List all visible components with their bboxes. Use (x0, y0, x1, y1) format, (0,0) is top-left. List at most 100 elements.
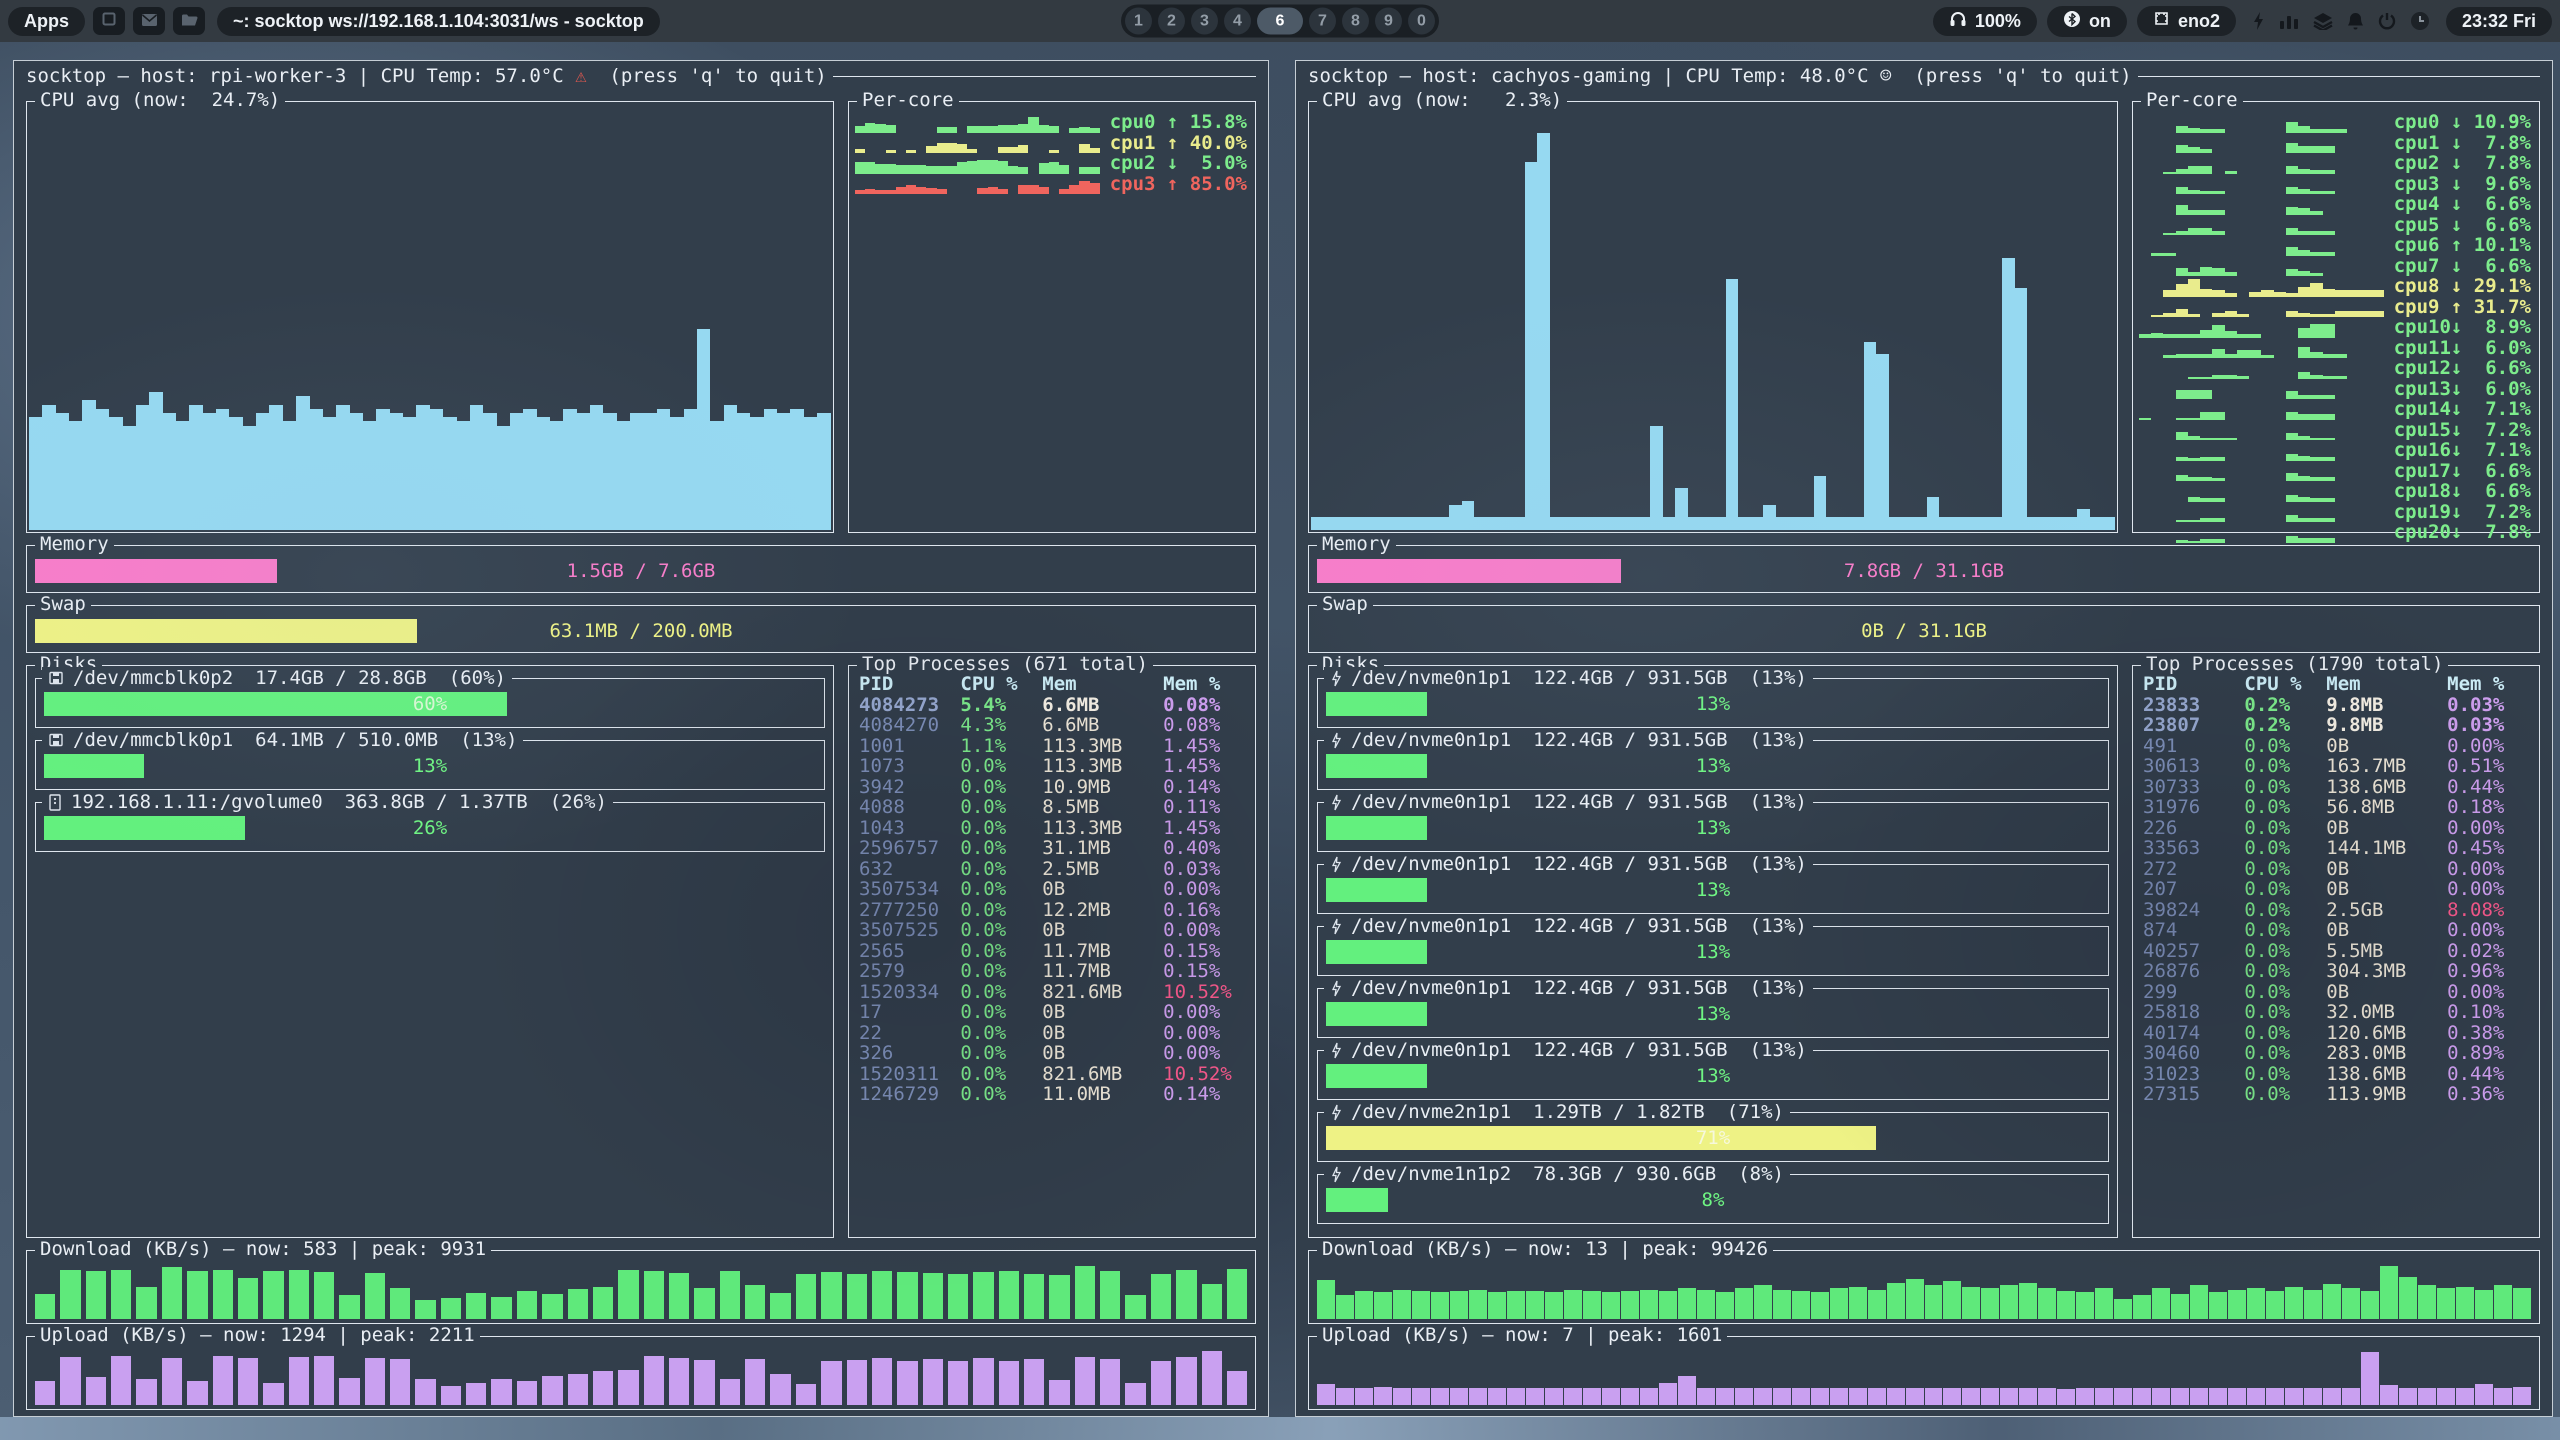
workspace-1[interactable]: 1 (1125, 8, 1152, 35)
disk-percent: (13%) (1750, 853, 1807, 875)
swap-panel: Swap0B / 31.1GB (1308, 605, 2540, 653)
workspace-6[interactable]: 6 (1257, 8, 1303, 35)
window-button[interactable] (93, 7, 125, 35)
workspace-3[interactable]: 3 (1191, 8, 1218, 35)
chart-bar (2212, 539, 2224, 542)
bell-icon[interactable] (2347, 12, 2364, 31)
process-row: 304600.0%283.0MB0.89% (2143, 1043, 2533, 1064)
chart-bar (1700, 517, 1713, 530)
core-label: cpu3 ↓ 9.6% (2394, 174, 2531, 195)
core-sparkline (2139, 112, 2384, 133)
memory-meter: 7.8GB / 31.1GB (1317, 559, 2531, 583)
disk-item: /dev/nvme0n1p1122.4GB / 931.5GB(13%)13% (1317, 678, 2109, 728)
chart-bar (2200, 539, 2212, 542)
volume-widget[interactable]: 100% (1933, 7, 2037, 36)
chart-bar (1311, 517, 1324, 530)
chart-bar (510, 413, 523, 530)
chart-bar (2200, 412, 2212, 420)
disk-percent: (8%) (1738, 1163, 1784, 1185)
power-icon[interactable] (2378, 12, 2396, 30)
chart-bar (415, 1300, 435, 1319)
process-row: 25967570.0%31.1MB0.40% (859, 838, 1249, 859)
apps-button[interactable]: Apps (8, 7, 85, 36)
chart-bar (684, 409, 697, 530)
chart-bar (1125, 1383, 1145, 1405)
process-row: 170.0%0B0.00% (859, 1002, 1249, 1023)
chart-bar (886, 164, 896, 173)
chart-bar (466, 1293, 486, 1319)
chart-bar (1125, 1295, 1145, 1319)
disk-percent: (60%) (449, 667, 506, 689)
chart-bar (1512, 517, 1525, 530)
chart-bar (2361, 1291, 2379, 1319)
disk-percent: (13%) (1750, 729, 1807, 751)
chart-bar (2286, 412, 2298, 420)
terminal-window-left[interactable]: socktop — host: rpi-worker-3 | CPU Temp:… (13, 60, 1269, 1417)
chart-bar (1049, 1380, 1069, 1405)
disk-usage: 122.4GB / 931.5GB (1533, 667, 1727, 689)
chart-bar (2513, 1288, 2531, 1319)
history-icon[interactable] (2410, 11, 2430, 31)
workspace-2[interactable]: 2 (1158, 8, 1185, 35)
chart-bar (957, 162, 967, 173)
bluetooth-widget[interactable]: on (2047, 6, 2127, 37)
disk-usage: 363.8GB / 1.37TB (345, 791, 528, 813)
chart-bar (745, 1285, 765, 1319)
workspace-0[interactable]: 0 (1408, 8, 1435, 35)
bolt-icon[interactable] (2252, 11, 2265, 31)
chart-bar (593, 1371, 613, 1405)
mail-button[interactable] (133, 7, 165, 35)
active-window-title[interactable]: ~: socktop ws://192.168.1.104:3031/ws - … (217, 7, 660, 36)
core-row: cpu12↓ 6.6% (2139, 358, 2531, 379)
disk-bar-label: 71% (1326, 1126, 2100, 1150)
chart-bar (2200, 267, 2212, 276)
chart-bar (289, 1270, 309, 1319)
core-label: cpu19↓ 7.2% (2394, 502, 2531, 523)
workspace-8[interactable]: 8 (1342, 8, 1369, 35)
chart-bar (1412, 517, 1425, 530)
per-core-panel: Per-corecpu0 ↓ 10.9%cpu1 ↓ 7.8%cpu2 ↓ 7.… (2132, 101, 2540, 533)
core-label: cpu20↓ 7.8% (2394, 522, 2531, 543)
workspace-9[interactable]: 9 (1375, 8, 1402, 35)
clock-widget[interactable]: 23:32 Fri (2446, 7, 2552, 36)
workspace-7[interactable]: 7 (1309, 8, 1336, 35)
memory-panel-title: Memory (35, 533, 114, 555)
disk-name: /dev/nvme0n1p1 (1351, 1039, 1511, 1061)
chart-bar (2038, 1288, 2056, 1319)
core-sparkline (2139, 174, 2384, 195)
chart-bar (2494, 1388, 2512, 1405)
terminal-window-right[interactable]: socktop — host: cachyos-gaming | CPU Tem… (1295, 60, 2553, 1417)
stats-icon[interactable] (2279, 12, 2299, 30)
chart-bar (2176, 309, 2188, 317)
workspace-4[interactable]: 4 (1224, 8, 1251, 35)
chart-bar (855, 190, 865, 195)
core-sparkline (855, 112, 1100, 133)
chart-bar (1049, 1275, 1069, 1319)
disks-panel: Disks/dev/nvme0n1p1122.4GB / 931.5GB(13%… (1308, 665, 2118, 1238)
chart-bar (243, 426, 256, 531)
disk-percent: (26%) (550, 791, 607, 813)
chart-bar (2418, 1388, 2436, 1405)
chart-bar (1726, 279, 1739, 530)
layers-icon[interactable] (2313, 12, 2333, 30)
nvme-flash-icon (1330, 1104, 1342, 1121)
chart-bar (263, 1271, 283, 1319)
chart-bar (2399, 1277, 2417, 1319)
disk-usage: 122.4GB / 931.5GB (1533, 1039, 1727, 1061)
chart-bar (1317, 1280, 1335, 1319)
process-row: 3260.0%0B0.00% (859, 1043, 1249, 1064)
files-button[interactable] (173, 7, 205, 35)
core-row: cpu10↓ 8.9% (2139, 317, 2531, 338)
network-widget[interactable]: eno2 (2137, 6, 2236, 36)
volume-level: 100% (1975, 11, 2021, 32)
core-row: cpu16↓ 7.1% (2139, 440, 2531, 461)
bluetooth-icon (2063, 10, 2081, 33)
chart-bar (790, 409, 803, 530)
chart-bar (1564, 1290, 1582, 1319)
chart-bar (2212, 268, 2224, 276)
chart-bar (1826, 517, 1839, 530)
chart-bar (2285, 1287, 2303, 1319)
chart-bar (2052, 517, 2065, 530)
chart-bar (1049, 162, 1059, 173)
disk-name: /dev/nvme0n1p1 (1351, 915, 1511, 937)
